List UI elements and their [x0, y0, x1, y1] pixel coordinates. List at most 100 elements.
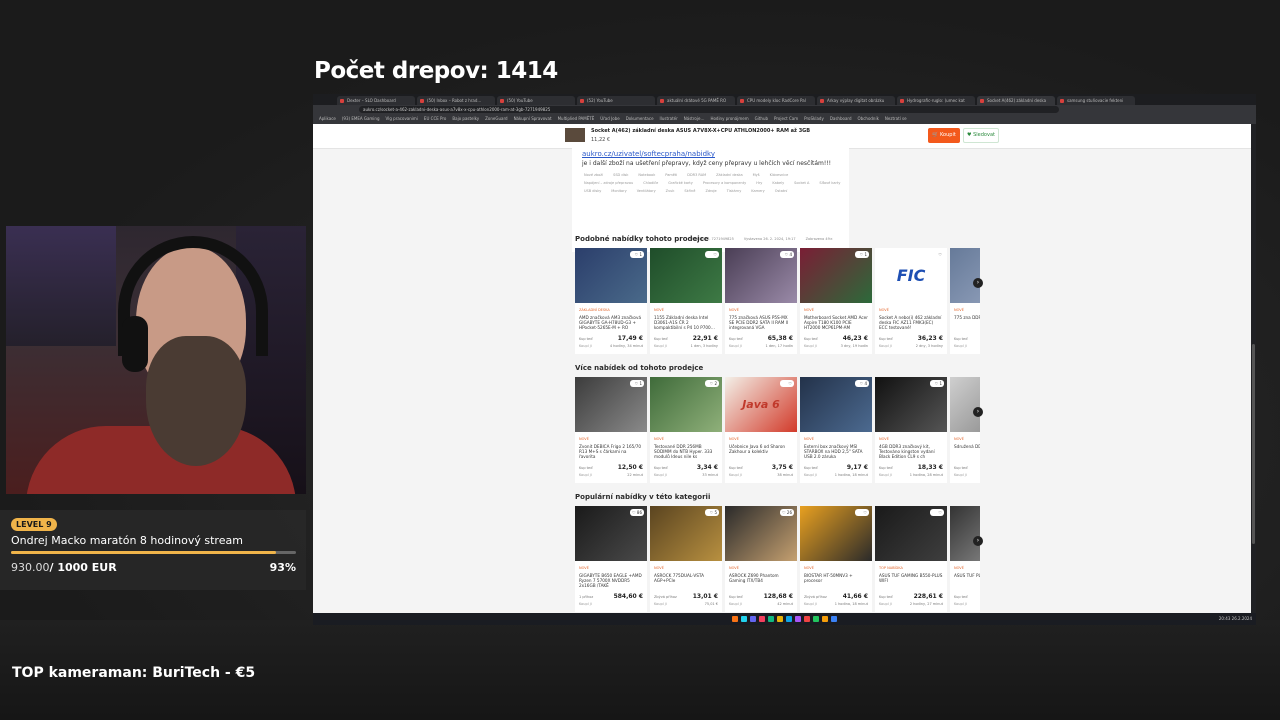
bookmark-item[interactable]: Nástroje…: [684, 114, 705, 124]
bookmark-item[interactable]: Multiplied PAMĚTĚ: [558, 114, 595, 124]
offer-card[interactable]: ♡ 1 NOVÉ Motherboard Socket AMD Acer Aspir…: [800, 248, 872, 354]
watch-heart-icon[interactable]: ♡ 4: [780, 251, 794, 258]
category-link[interactable]: Základní deska: [716, 173, 743, 177]
offer-card[interactable]: NOVÉ 775 zna DDR2 S Kup teď Koupí ji: [950, 248, 980, 354]
category-link[interactable]: Ostatní: [775, 189, 788, 193]
offer-card[interactable]: NOVÉ Sdružená DDR3 4GB Kup teď Koupí ji: [950, 377, 980, 483]
taskbar-app-icon[interactable]: [813, 616, 819, 622]
bookmark-item[interactable]: Bajo pastelky: [452, 114, 479, 124]
offer-card[interactable]: ♡ 1 ZÁKLADNÍ DESKA AMD značková AM3 značko…: [575, 248, 647, 354]
watch-heart-icon[interactable]: ♡: [780, 380, 794, 387]
watch-heart-icon[interactable]: ♡: [930, 251, 944, 258]
category-link[interactable]: Notebook: [638, 173, 655, 177]
category-link[interactable]: DDR3 RAM: [687, 173, 706, 177]
category-link[interactable]: Chladiče: [643, 181, 658, 185]
category-link[interactable]: Kamery: [751, 189, 764, 193]
browser-tab[interactable]: aktuální drátové 5G PAMĚ RO: [657, 96, 735, 105]
category-link[interactable]: Kabely: [772, 181, 784, 185]
offer-card[interactable]: NOVÉ ASUS TUF PLUS WIFI Kup teď Koupí ji: [950, 506, 980, 612]
bookmark-item[interactable]: ZoneGuard: [485, 114, 507, 124]
taskbar-app-icon[interactable]: [741, 616, 747, 622]
bookmark-item[interactable]: Nákupní Spravovat: [514, 114, 552, 124]
bookmark-item[interactable]: Vlg pracovanimi: [386, 114, 418, 124]
taskbar-app-icon[interactable]: [732, 616, 738, 622]
watch-heart-icon[interactable]: ♡ 2: [705, 380, 719, 387]
browser-tab[interactable]: (50) Inbox – Robot z hrad…: [417, 96, 495, 105]
browser-tab[interactable]: Socket A(462) základní deska: [977, 96, 1055, 105]
browser-tab[interactable]: Dexter – SLO Dashboard: [337, 96, 415, 105]
browser-tab[interactable]: CPU modely kloc RadCore Pal: [737, 96, 815, 105]
offer-card[interactable]: Java 6 ♡ NOVÉ Učebnice Java 6 od Sharon Za…: [725, 377, 797, 483]
taskbar-app-icon[interactable]: [804, 616, 810, 622]
category-link[interactable]: Zvuk: [666, 189, 675, 193]
bookmark-item[interactable]: Aplikace: [319, 114, 336, 124]
bookmark-item[interactable]: Project Cam: [774, 114, 798, 124]
offer-card[interactable]: ♡ 86 NOVÉ GIGABYTE B650 EAGLE +AMD Ryzen 7…: [575, 506, 647, 612]
watch-heart-icon[interactable]: ♡ 1: [630, 380, 644, 387]
taskbar-app-icon[interactable]: [750, 616, 756, 622]
taskbar-app-icon[interactable]: [822, 616, 828, 622]
browser-tab[interactable]: Arkay výplay digitat obrázku: [817, 96, 895, 105]
watch-heart-icon[interactable]: ♡ 86: [630, 509, 644, 516]
seller-offers-link[interactable]: aukro.cz/uzivatel/softecpraha/nabidky: [582, 150, 715, 158]
bookmark-item[interactable]: (93) EMEA Gaming: [342, 114, 380, 124]
carousel-next-icon[interactable]: ›: [973, 278, 983, 288]
taskbar-app-icon[interactable]: [831, 616, 837, 622]
offer-card[interactable]: ♡ 4 NOVÉ 775 značková ASUS P5S-MX SE PCIE …: [725, 248, 797, 354]
bookmark-item[interactable]: Github: [755, 114, 768, 124]
category-link[interactable]: SSD disk: [613, 173, 628, 177]
offer-card[interactable]: ♡ 5 NOVÉ ASROCK 775DUAL-VSTA AGP+PCIe 13,01…: [650, 506, 722, 612]
category-link[interactable]: Hry: [756, 181, 762, 185]
offer-card[interactable]: ♡ NOVÉ BIOSTAR HT-50MNV3 + procesor 41,66 …: [800, 506, 872, 612]
watch-heart-icon[interactable]: ♡ 1: [630, 251, 644, 258]
watch-heart-icon[interactable]: ♡ 5: [705, 509, 719, 516]
watch-heart-icon[interactable]: ♡ 1: [930, 380, 944, 387]
offer-card[interactable]: ♡ 4 NOVÉ Externí box značkový MSI STARBOX …: [800, 377, 872, 483]
offer-card[interactable]: ♡ 2 NOVÉ Testované DDR 256MB SODIMM do NTB…: [650, 377, 722, 483]
url-input[interactable]: aukro.cz/socket-a-462-zakladni-deska-asu…: [359, 106, 1059, 113]
category-link[interactable]: USB disky: [584, 189, 601, 193]
watch-heart-icon[interactable]: ♡: [930, 509, 944, 516]
category-link[interactable]: Grafické karty: [668, 181, 693, 185]
taskbar-app-icon[interactable]: [795, 616, 801, 622]
watch-heart-icon[interactable]: ♡ 4: [855, 380, 869, 387]
browser-tab[interactable]: samsung stuňovacie fekteni: [1057, 96, 1135, 105]
category-link[interactable]: Myš: [753, 173, 760, 177]
taskbar-app-icon[interactable]: [768, 616, 774, 622]
taskbar-app-icon[interactable]: [759, 616, 765, 622]
browser-tab[interactable]: Hydrografic-ruglo: (umec kat: [897, 96, 975, 105]
offer-card[interactable]: ♡ NOVÉ 1155 Základní deska Intel D3061-A1…: [650, 248, 722, 354]
category-link[interactable]: Nové zboží: [584, 173, 603, 177]
bookmark-item[interactable]: Hodiny pronájmem: [710, 114, 748, 124]
buy-button[interactable]: 🛒 Koupit: [928, 128, 960, 143]
page-scrollbar[interactable]: [1251, 124, 1256, 613]
category-link[interactable]: Napájení – zdroje přepravou: [584, 181, 633, 185]
watch-heart-icon[interactable]: ♡: [705, 251, 719, 258]
category-link[interactable]: Monitory: [611, 189, 626, 193]
category-link[interactable]: Ventilátory: [637, 189, 656, 193]
category-link[interactable]: Skříně: [684, 189, 695, 193]
category-link[interactable]: Socket A: [794, 181, 809, 185]
offer-card[interactable]: ♡ 26 NOVÉ ASROCK Z690 Phantom Gaming ITX/T…: [725, 506, 797, 612]
watch-heart-icon[interactable]: ♡ 1: [855, 251, 869, 258]
browser-tab[interactable]: (50) YouTube: [497, 96, 575, 105]
bookmark-item[interactable]: Úřad Jobe: [600, 114, 619, 124]
carousel-next-icon[interactable]: ›: [973, 407, 983, 417]
bookmark-item[interactable]: Neztratí se: [885, 114, 907, 124]
taskbar-app-icon[interactable]: [786, 616, 792, 622]
scrollbar-thumb[interactable]: [1252, 344, 1255, 545]
watch-heart-icon[interactable]: ♡ 26: [780, 509, 794, 516]
bookmark-item[interactable]: Ilustratér: [660, 114, 678, 124]
offer-card[interactable]: FIC ♡ NOVÉ Socket A nebo(i) 462 základní d…: [875, 248, 947, 354]
offer-card[interactable]: ♡ TOP NABÍDKA ASUS TUF GAMING B550-PLUS W…: [875, 506, 947, 612]
category-link[interactable]: Tiskárny: [727, 189, 742, 193]
category-link[interactable]: Procesory a komponenty: [703, 181, 746, 185]
bookmark-item[interactable]: ProSklady: [804, 114, 824, 124]
browser-tab[interactable]: (52) YouTube: [577, 96, 655, 105]
category-link[interactable]: Zdroje: [705, 189, 716, 193]
offer-card[interactable]: ♡ 1 NOVÉ Zvonit DEBICA Frigo 2 165/70 R13 …: [575, 377, 647, 483]
bookmark-item[interactable]: EU CCE Pro: [424, 114, 446, 124]
bookmark-item[interactable]: Dashboard: [830, 114, 852, 124]
category-link[interactable]: Paměti: [665, 173, 677, 177]
category-link[interactable]: Klávesnice: [770, 173, 789, 177]
